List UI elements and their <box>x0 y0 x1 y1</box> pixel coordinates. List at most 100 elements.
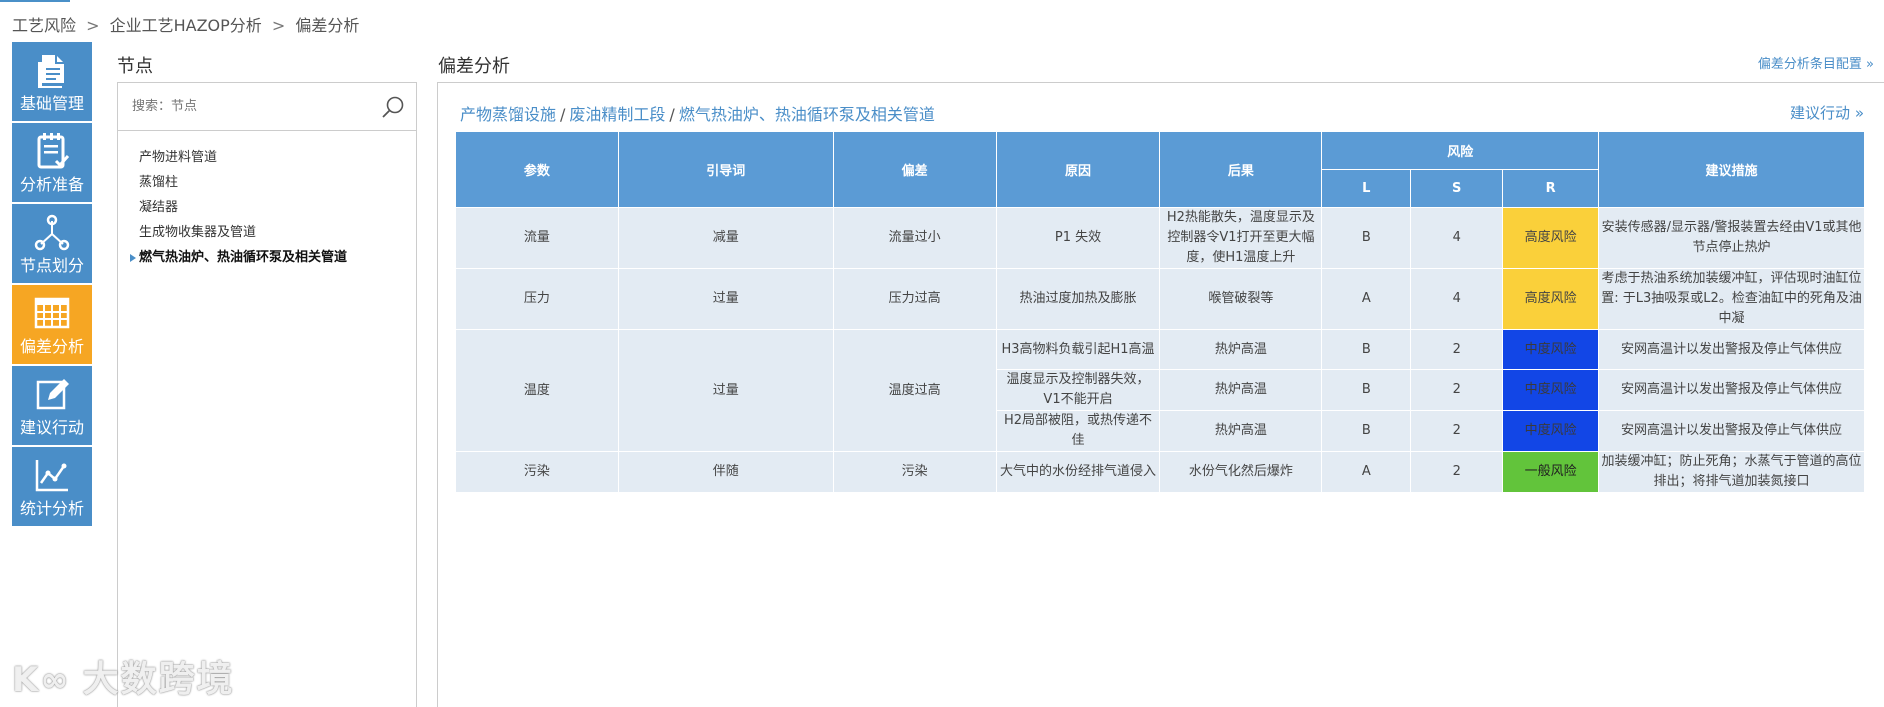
chart-line-icon <box>35 460 68 492</box>
cell-severity: 2 <box>1410 451 1504 493</box>
table-row[interactable]: 污染 伴随 污染 大气中的水份经排气道侵入 水份气化然后爆炸 A 2 一般风险 … <box>455 451 1865 493</box>
node-tree: 产物进料管道 蒸馏柱 凝结器 生成物收集器及管道 燃气热油炉、热油循环泵及相关管… <box>118 131 416 270</box>
suggested-action-link[interactable]: 建议行动 » <box>1790 102 1864 123</box>
cell-guide-word: 减量 <box>617 207 834 269</box>
page-title: 偏差分析 <box>438 56 510 77</box>
cell-deviation: 温度过高 <box>832 329 997 452</box>
risk-badge-medium: 中度风险 <box>1502 369 1600 411</box>
tree-item-distillation-column[interactable]: 蒸馏柱 <box>118 170 416 195</box>
cell-guide-word: 过量 <box>617 329 834 452</box>
risk-badge-high: 高度风险 <box>1502 207 1600 269</box>
node-panel: 产物进料管道 蒸馏柱 凝结器 生成物收集器及管道 燃气热油炉、热油循环泵及相关管… <box>117 82 417 707</box>
breadcrumb-current: 偏差分析 <box>295 16 360 35</box>
header-deviation: 偏差 <box>832 131 997 208</box>
cell-likelihood: B <box>1321 329 1412 370</box>
cell-measure: 考虑于热油系统加装缓冲缸，评估现时油缸位置: 于L3抽吸泵或L2。检查油缸中的死… <box>1598 268 1865 330</box>
path-separator: / <box>560 105 566 124</box>
caret-right-icon <box>130 254 136 262</box>
table-row[interactable]: 流量 减量 流量过小 P1 失效 H2热能散失，温度显示及控制器令V1打开至更大… <box>455 207 1865 269</box>
cell-measure: 安网高温计以发出警报及停止气体供应 <box>1598 329 1865 370</box>
cell-measure: 安网高温计以发出警报及停止气体供应 <box>1598 369 1865 411</box>
cell-cause: 温度显示及控制器失效，V1不能开启 <box>995 369 1161 411</box>
cell-param: 污染 <box>455 451 619 493</box>
cell-severity: 2 <box>1410 369 1504 411</box>
deviation-panel: 产物蒸馏设施 / 废油精制工段 / 燃气热油炉、热油循环泵及相关管道 建议行动 » 参数… <box>437 82 1884 707</box>
header-consequence: 后果 <box>1159 131 1323 208</box>
header-measure: 建议措施 <box>1598 131 1865 208</box>
sidebar-item-label: 节点划分 <box>19 256 84 275</box>
cell-measure: 加装缓冲缸；防止死角；水蒸气于管道的高位排出；将排气道加装氮接口 <box>1598 451 1865 493</box>
sidebar-item-analysis-prep[interactable]: 分析准备 <box>12 123 92 202</box>
node-search-box <box>118 83 416 131</box>
cell-cause: P1 失效 <box>995 207 1161 269</box>
cell-deviation: 污染 <box>832 451 997 493</box>
breadcrumb: 工艺风险 > 企业工艺HAZOP分析 > 偏差分析 <box>12 12 359 36</box>
deviation-table: 参数 引导词 偏差 原因 后果 风险 建议措施 L S R 流量 减量 流量过小… <box>455 131 1865 493</box>
cell-param: 流量 <box>455 207 619 269</box>
cell-severity: 4 <box>1410 207 1504 269</box>
path-separator: / <box>669 105 675 124</box>
cell-cause: 大气中的水份经排气道侵入 <box>995 451 1161 493</box>
tree-item-label: 燃气热油炉、热油循环泵及相关管道 <box>139 250 348 265</box>
cell-deviation: 压力过高 <box>832 268 997 330</box>
cell-consequence: 热炉高温 <box>1159 329 1323 370</box>
node-panel-title: 节点 <box>117 56 153 77</box>
cell-guide-word: 过量 <box>617 268 834 330</box>
table-row[interactable]: 压力 过量 压力过高 热油过度加热及膨胀 喉管破裂等 A 4 高度风险 考虑于热… <box>455 268 1865 330</box>
sidebar-item-deviation-analysis[interactable]: 偏差分析 <box>12 285 92 364</box>
cell-param: 温度 <box>455 329 619 452</box>
tree-item-feed-pipe[interactable]: 产物进料管道 <box>118 145 416 170</box>
tree-item-gas-oil-heater[interactable]: 燃气热油炉、热油循环泵及相关管道 <box>118 245 416 270</box>
checklist-icon <box>37 133 70 169</box>
top-accent-line <box>0 0 70 2</box>
header-risk: 风险 <box>1321 131 1600 170</box>
sidebar-item-node-division[interactable]: 节点划分 <box>12 204 92 283</box>
tree-item-product-collector[interactable]: 生成物收集器及管道 <box>118 220 416 245</box>
table-row[interactable]: 温度 过量 温度过高 H3高物料负载引起H1高温 热炉高温 B 2 中度风险 安… <box>455 329 1865 452</box>
cell-measure: 安网高温计以发出警报及停止气体供应 <box>1598 410 1865 452</box>
header-likelihood: L <box>1321 169 1412 208</box>
path-link-section[interactable]: 废油精制工段 <box>569 105 665 124</box>
cell-likelihood: B <box>1321 369 1412 411</box>
cell-consequence: 喉管破裂等 <box>1159 268 1323 330</box>
cell-guide-word: 伴随 <box>617 451 834 493</box>
path-link-node[interactable]: 燃气热油炉、热油循环泵及相关管道 <box>679 105 935 124</box>
tree-item-condenser[interactable]: 凝结器 <box>118 195 416 220</box>
sidebar-item-label: 偏差分析 <box>19 337 84 356</box>
header-param: 参数 <box>455 131 619 208</box>
node-search-input[interactable] <box>118 83 358 129</box>
breadcrumb-separator: > <box>271 16 286 35</box>
sidebar-item-label: 基础管理 <box>19 94 84 113</box>
header-cause: 原因 <box>995 131 1161 208</box>
cell-severity: 2 <box>1410 410 1504 452</box>
cell-consequence: 热炉高温 <box>1159 369 1323 411</box>
sidebar-item-label: 分析准备 <box>19 175 84 194</box>
risk-badge-medium: 中度风险 <box>1502 329 1600 370</box>
cell-severity: 2 <box>1410 329 1504 370</box>
breadcrumb-link-process-risk[interactable]: 工艺风险 <box>12 16 76 35</box>
breadcrumb-link-hazop[interactable]: 企业工艺HAZOP分析 <box>110 16 262 35</box>
cell-cause: H3高物料负载引起H1高温 <box>995 329 1161 370</box>
header-severity: S <box>1410 169 1504 208</box>
breadcrumb-separator: > <box>86 16 100 35</box>
node-path: 产物蒸馏设施 / 废油精制工段 / 燃气热油炉、热油循环泵及相关管道 <box>460 101 935 125</box>
watermark: K∞ 大数跨境 <box>12 650 235 702</box>
sidebar-item-statistics[interactable]: 统计分析 <box>12 447 92 526</box>
cell-param: 压力 <box>455 268 619 330</box>
sidebar-item-suggested-action[interactable]: 建议行动 <box>12 366 92 445</box>
path-link-facility[interactable]: 产物蒸馏设施 <box>460 105 556 124</box>
cell-severity: 4 <box>1410 268 1504 330</box>
sidebar-item-label: 统计分析 <box>19 499 84 518</box>
search-icon[interactable] <box>380 95 406 121</box>
sidebar-item-label: 建议行动 <box>19 418 84 437</box>
deviation-config-link[interactable]: 偏差分析条目配置 » <box>1758 53 1874 72</box>
risk-badge-high: 高度风险 <box>1502 268 1600 330</box>
sidebar-item-basic-management[interactable]: 基础管理 <box>12 42 92 121</box>
cell-likelihood: A <box>1321 268 1412 330</box>
grid-table-icon <box>34 297 70 329</box>
cell-deviation: 流量过小 <box>832 207 997 269</box>
cell-consequence: 热炉高温 <box>1159 410 1323 452</box>
cell-measure: 安装传感器/显示器/警报装置去经由V1或其他节点停止热炉 <box>1598 207 1865 269</box>
risk-badge-medium: 中度风险 <box>1502 410 1600 452</box>
edit-icon <box>36 379 69 410</box>
